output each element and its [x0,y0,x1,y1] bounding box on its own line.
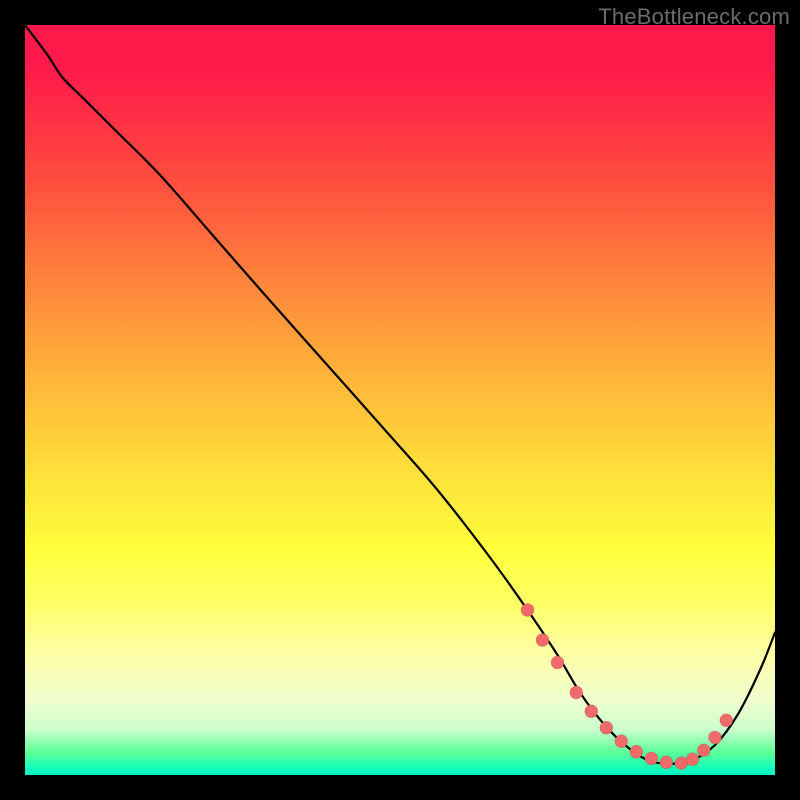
data-point-dot [709,731,722,744]
watermark-text: TheBottleneck.com [598,4,790,30]
data-point-dot [570,686,583,699]
data-point-dot [660,756,673,769]
marker-group [521,604,733,770]
curve-layer [25,25,775,775]
data-point-dot [551,656,564,669]
chart-frame: TheBottleneck.com [0,0,800,800]
data-point-dot [630,745,643,758]
data-point-dot [686,753,699,766]
plot-area [25,25,775,775]
main-curve [25,25,775,764]
data-point-dot [600,721,613,734]
data-point-dot [585,705,598,718]
data-point-dot [615,735,628,748]
data-point-dot [536,634,549,647]
data-point-dot [720,714,733,727]
data-point-dot [697,744,710,757]
data-point-dot [521,604,534,617]
data-point-dot [645,752,658,765]
